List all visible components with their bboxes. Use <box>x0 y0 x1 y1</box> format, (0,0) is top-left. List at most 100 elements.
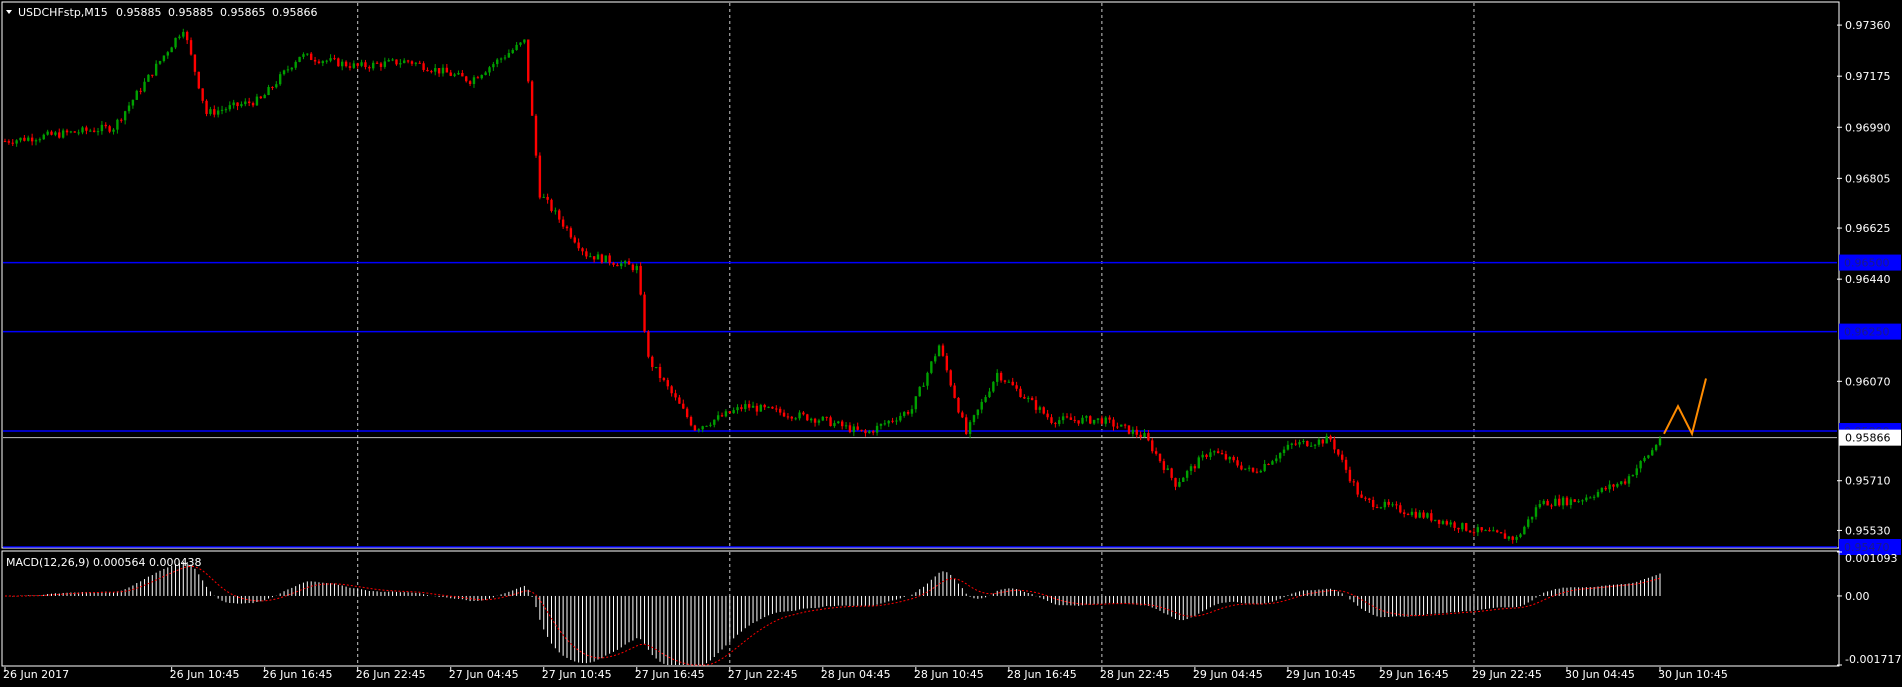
candle-body <box>391 59 394 61</box>
candle-body <box>1631 475 1635 477</box>
candle-body <box>651 356 654 368</box>
candle-body <box>34 140 38 142</box>
candle-body <box>542 196 545 198</box>
candle-body <box>244 101 247 105</box>
candle-body <box>604 255 607 263</box>
candle-body <box>205 100 208 114</box>
candle-body <box>104 124 107 127</box>
candle-body <box>329 58 332 61</box>
candle-body <box>108 126 111 132</box>
ohlc-close: 0.95866 <box>272 6 318 19</box>
candle-body <box>837 421 840 424</box>
candle-body <box>286 69 290 71</box>
candle-body <box>930 361 933 373</box>
candle-body <box>1178 481 1181 487</box>
candle-body <box>581 248 584 252</box>
candle-body <box>1189 466 1193 471</box>
candle-body <box>406 60 410 62</box>
candle-body <box>592 256 596 260</box>
candle-body <box>813 418 817 423</box>
candle-body <box>50 131 53 135</box>
candle-body <box>1058 420 1061 424</box>
candle-body <box>945 355 949 371</box>
candle-body <box>1457 527 1460 530</box>
candle-body <box>23 137 26 141</box>
candle-body <box>154 63 158 76</box>
candle-body <box>488 67 491 73</box>
candle-body <box>538 155 542 198</box>
candle-body <box>980 401 983 410</box>
time-tick-label: 28 Jun 04:45 <box>821 668 891 681</box>
candle-body <box>100 124 104 132</box>
candle-body <box>662 378 666 381</box>
candle-body <box>1569 499 1573 506</box>
candle-body <box>1484 530 1487 532</box>
candle-body <box>1344 459 1348 470</box>
candle-body <box>899 415 902 421</box>
candle-body <box>127 105 131 112</box>
candle-body <box>1658 438 1662 446</box>
candle-body <box>1620 481 1623 485</box>
candle-body <box>1364 497 1367 499</box>
price-tick-label: 0.96990 <box>1845 121 1891 134</box>
candle-body <box>1034 400 1038 410</box>
candle-body <box>1309 445 1313 447</box>
candle-body <box>1418 512 1421 518</box>
candle-body <box>1534 507 1538 517</box>
candle-body <box>794 418 797 420</box>
candle-body <box>701 426 704 430</box>
candle-body <box>1185 470 1189 478</box>
candle-body <box>1565 497 1569 506</box>
candle-body <box>437 68 441 74</box>
candle-body <box>492 64 495 68</box>
candle-body <box>1352 481 1356 483</box>
candle-body <box>77 132 80 134</box>
candle-body <box>372 62 375 69</box>
candle-body <box>1492 530 1495 532</box>
candle-body <box>1596 491 1600 497</box>
trading-chart[interactable]: 0.965000.962500.958900.954700.95866 0.97… <box>0 0 1902 687</box>
candle-body <box>561 219 565 227</box>
candle-body <box>751 405 755 408</box>
candle-body <box>1154 451 1158 454</box>
candle-body <box>1368 498 1371 500</box>
time-tick-label: 29 Jun 04:45 <box>1193 668 1263 681</box>
time-tick-label: 27 Jun 16:45 <box>635 668 705 681</box>
candle-body <box>1065 416 1069 418</box>
candle-body <box>856 426 859 430</box>
candle-body <box>46 131 49 135</box>
candle-body <box>15 140 18 144</box>
candle-body <box>1639 461 1642 469</box>
candle-body <box>1375 506 1379 508</box>
time-tick-label: 27 Jun 04:45 <box>449 668 519 681</box>
candle-body <box>523 39 526 43</box>
time-tick-label: 28 Jun 16:45 <box>1007 668 1077 681</box>
macd-tick-label: -0.001717 <box>1845 653 1901 666</box>
candle-body <box>1581 500 1584 502</box>
candle-body <box>422 63 425 70</box>
candle-body <box>790 416 794 419</box>
candle-body <box>1104 417 1107 424</box>
candle-body <box>848 425 852 433</box>
candle-body <box>1402 512 1406 515</box>
candle-body <box>1654 445 1658 451</box>
candle-body <box>162 55 166 62</box>
candle-body <box>294 61 297 68</box>
candle-body <box>166 52 169 56</box>
macd-tick-label: 0.00 <box>1845 590 1870 603</box>
candle-body <box>344 61 348 67</box>
candle-body <box>1337 449 1340 455</box>
candle-body <box>185 31 189 41</box>
candle-body <box>1011 381 1014 386</box>
macd-title: MACD(12,26,9) 0.000564 0.000438 <box>6 556 202 569</box>
candle-body <box>747 404 751 408</box>
candle-body <box>1592 496 1596 498</box>
candle-body <box>453 74 456 76</box>
candle-body <box>763 404 766 408</box>
candle-body <box>275 84 278 88</box>
candle-body <box>1546 500 1549 506</box>
candle-body <box>635 265 638 271</box>
candle-body <box>1236 460 1239 466</box>
candle-body <box>19 137 22 141</box>
candle-body <box>658 367 662 379</box>
